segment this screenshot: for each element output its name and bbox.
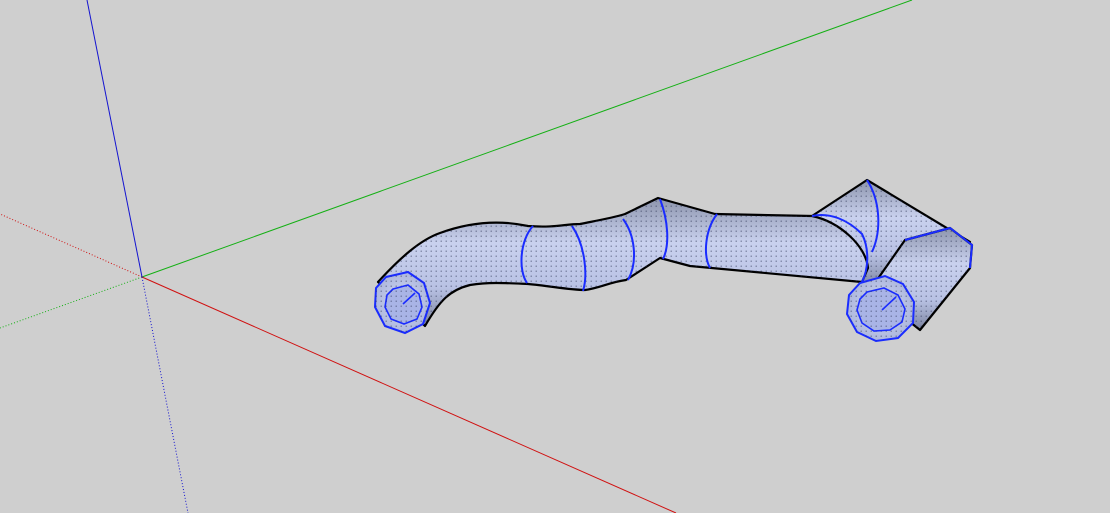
blue-axis-positive bbox=[86, 0, 143, 278]
pipe-main-body-texture bbox=[378, 198, 868, 326]
pipe-opening-left[interactable] bbox=[373, 270, 432, 335]
pipe-model[interactable] bbox=[373, 178, 974, 343]
scene-canvas[interactable] bbox=[0, 0, 1110, 513]
modeling-viewport[interactable] bbox=[0, 0, 1110, 513]
pipe-opening-right[interactable] bbox=[845, 274, 916, 343]
green-axis-negative bbox=[0, 276, 143, 329]
blue-axis-negative bbox=[141, 276, 189, 513]
red-axis-negative bbox=[0, 213, 143, 278]
